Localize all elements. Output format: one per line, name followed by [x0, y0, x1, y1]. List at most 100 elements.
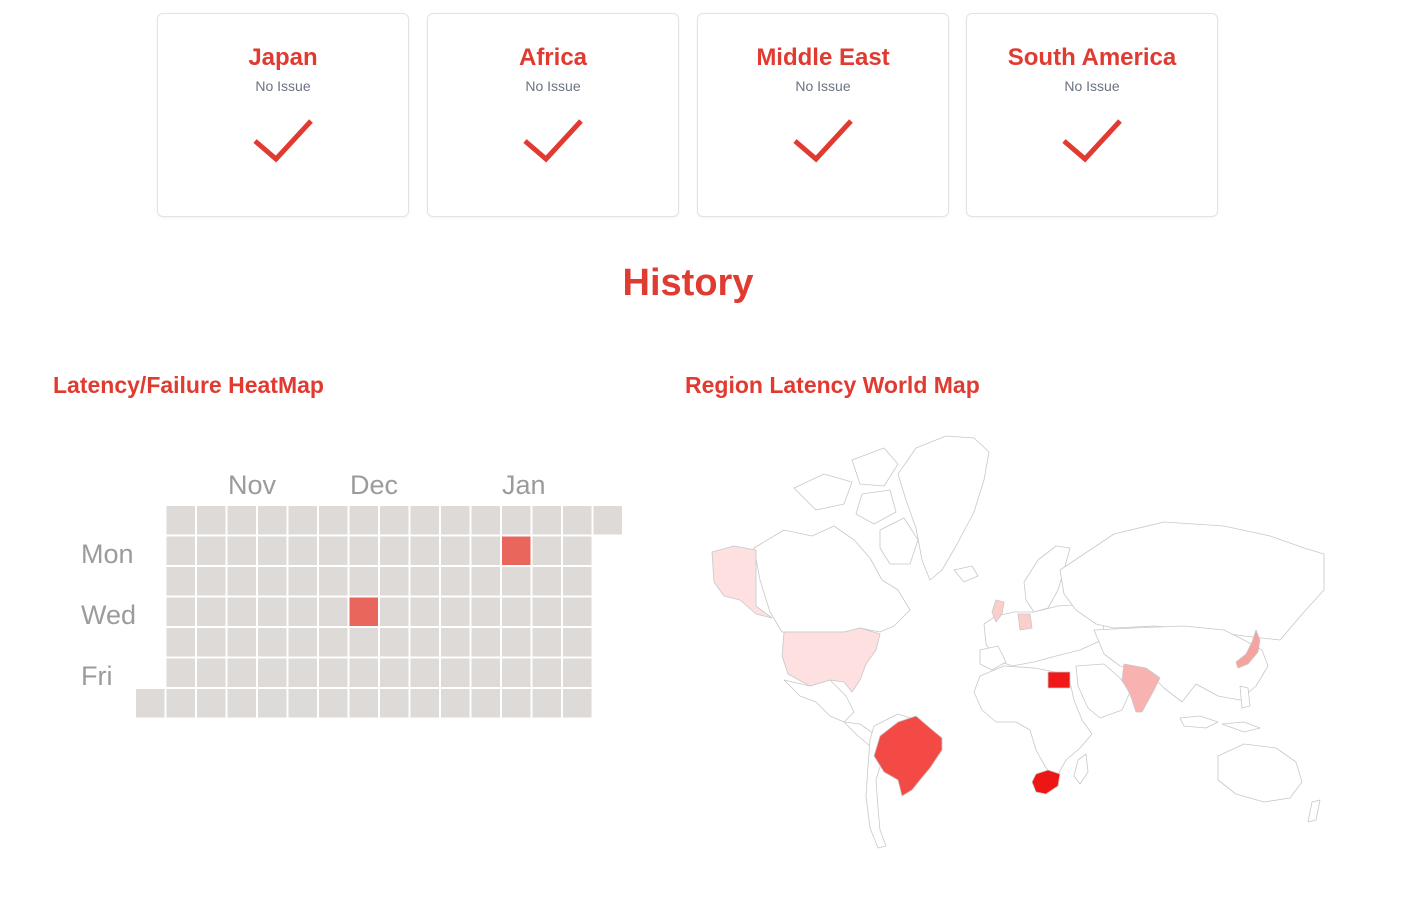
heatmap-cell [288, 536, 317, 565]
heatmap-cell [349, 658, 378, 687]
heatmap-cell [258, 536, 287, 565]
heatmap-cell [197, 597, 226, 626]
heatmap-cell [319, 536, 348, 565]
region-name: Africa [518, 44, 588, 71]
heatmap-cell [166, 597, 195, 626]
heatmap-cell [227, 628, 256, 657]
heatmap-cell [380, 658, 409, 687]
heatmap-cell [471, 658, 500, 687]
heatmap-cell [258, 689, 287, 718]
worldmap-title: Region Latency World Map [685, 372, 980, 398]
heatmap-cell [532, 597, 561, 626]
heatmap-cell [380, 506, 409, 535]
madagascar-region [1073, 753, 1089, 785]
region-name: Japan [248, 44, 318, 71]
heatmap-cell [166, 536, 195, 565]
heatmap-cell [441, 597, 470, 626]
region-status: No Issue [795, 78, 851, 94]
heatmap-cell [197, 536, 226, 565]
heatmap-cell [410, 567, 439, 596]
heatmap-cell [563, 567, 592, 596]
heatmap-cell [532, 536, 561, 565]
heatmap-cell [227, 658, 256, 687]
heatmap-cell [258, 597, 287, 626]
heatmap-cell [319, 506, 348, 535]
heatmap-cell [563, 658, 592, 687]
heatmap-cell [258, 567, 287, 596]
heatmap-cell [349, 628, 378, 657]
heatmap-cell [563, 536, 592, 565]
heatmap-cell [380, 689, 409, 718]
heatmap-cell [166, 506, 195, 535]
heatmap-cell [410, 689, 439, 718]
heatmap-cell [227, 536, 256, 565]
heatmap-cell [227, 567, 256, 596]
region-name: Middle East [756, 44, 890, 71]
heatmap-cell [380, 536, 409, 565]
heatmap-cell [532, 506, 561, 535]
month-label: Dec [350, 470, 398, 500]
heatmap-cell [502, 628, 531, 657]
heatmap-cell [197, 658, 226, 687]
region-status: No Issue [525, 78, 581, 94]
heatmap-cell [563, 597, 592, 626]
heatmap-cell [410, 628, 439, 657]
country-egypt [1047, 671, 1071, 689]
country-germany [1017, 613, 1033, 631]
heatmap-cell [349, 689, 378, 718]
heatmap-cell [502, 567, 531, 596]
day-label: Fri [81, 661, 112, 691]
heatmap-cell [166, 689, 195, 718]
heatmap-cell [502, 597, 531, 626]
heatmap-cell [471, 597, 500, 626]
heatmap-cell [166, 658, 195, 687]
heatmap-cell [563, 506, 592, 535]
arabia-region [1075, 663, 1131, 719]
heatmap-cell [349, 567, 378, 596]
heatmap-cell [410, 597, 439, 626]
heatmap-cell [441, 689, 470, 718]
heatmap-cell [197, 628, 226, 657]
region-card-africa: Africa No Issue [427, 13, 679, 217]
heatmap-cell [502, 506, 531, 535]
heatmap-cell [502, 689, 531, 718]
heatmap-cell [563, 628, 592, 657]
region-status: No Issue [255, 78, 311, 94]
country-south-africa [1031, 769, 1061, 795]
russia-region [1059, 521, 1325, 641]
heatmap-cell [410, 506, 439, 535]
checkmark-icon [253, 119, 313, 163]
heatmap-cell [319, 689, 348, 718]
heatmap-cell [349, 536, 378, 565]
heatmap-cell [563, 689, 592, 718]
indonesia-region [1179, 715, 1219, 729]
heatmap-cell [349, 506, 378, 535]
heatmap-cell [441, 567, 470, 596]
region-name: South America [1007, 44, 1177, 71]
heatmap-cell [288, 628, 317, 657]
heatmap-cell [471, 536, 500, 565]
heatmap-cell [288, 506, 317, 535]
heatmap-cell [380, 567, 409, 596]
heatmap-cell [197, 689, 226, 718]
philippines-region [1239, 685, 1251, 709]
heatmap-cell [258, 506, 287, 535]
new-zealand-region [1307, 799, 1321, 823]
region-status: No Issue [1064, 78, 1120, 94]
heatmap-cell [166, 567, 195, 596]
checkmark-icon [1062, 119, 1122, 163]
indonesia-region [1221, 721, 1261, 733]
region-card-middle-east: Middle East No Issue [697, 13, 949, 217]
canada-islands-region [855, 489, 897, 525]
heatmap-cell [532, 689, 561, 718]
africa-region [973, 665, 1093, 779]
heatmap-cell [471, 506, 500, 535]
heatmap-cell [532, 658, 561, 687]
history-title: History [622, 262, 754, 304]
day-label: Mon [81, 539, 134, 569]
heatmap-cell [288, 658, 317, 687]
canada-islands-region [793, 473, 853, 511]
latency-heatmap: Nov Dec Jan Mon Wed Fri [81, 470, 622, 718]
heatmap-cell [532, 567, 561, 596]
heatmap-cell [441, 506, 470, 535]
